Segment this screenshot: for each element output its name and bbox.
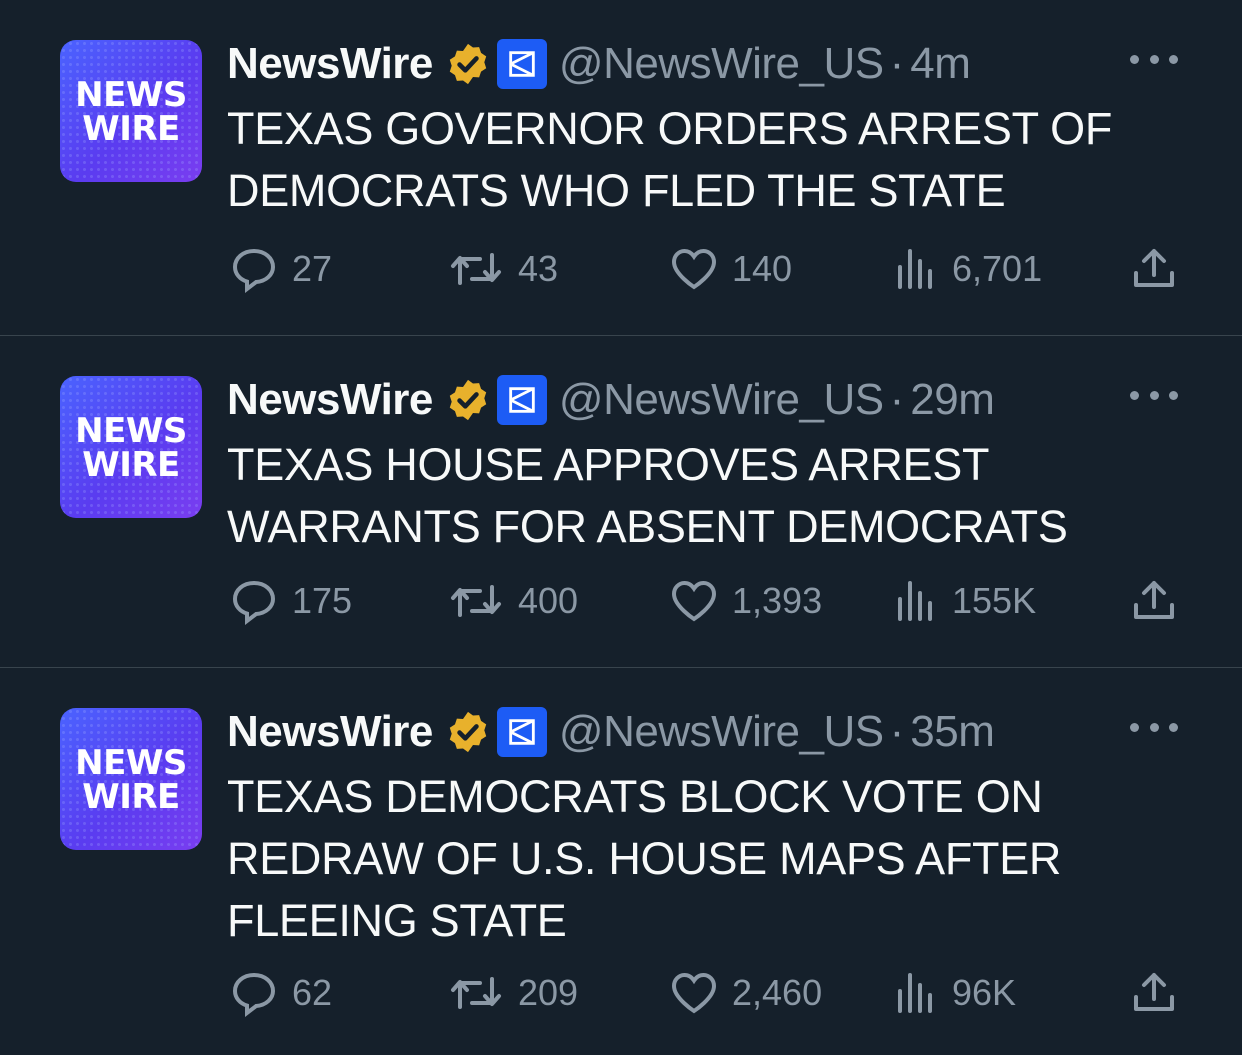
like-count: 140 [732,248,793,289]
verified-badge-icon [449,711,487,753]
tweet[interactable]: NEWS WIRE NewsWire @NewsWire_US · 35m TE… [0,668,1242,1055]
tweet-actions: 62 209 2,460 96K [0,969,1242,1019]
retweet-button[interactable]: 400 [446,577,578,625]
avatar[interactable]: NEWS WIRE [60,40,202,182]
views-chart-icon [898,249,932,289]
reply-icon [232,248,276,293]
views-count: 6,701 [952,248,1043,289]
handle[interactable]: @NewsWire_US [559,375,884,425]
retweet-count: 209 [518,972,579,1013]
avatar-logo: NEWS WIRE [60,746,202,814]
share-button[interactable] [1130,577,1178,625]
timestamp[interactable]: 4m [910,39,971,89]
verified-badge-icon [449,43,487,85]
avatar-logo-line: WIRE [82,777,180,817]
tweet[interactable]: NEWS WIRE NewsWire @NewsWire_US · 29m TE… [0,336,1242,668]
like-count: 2,460 [732,972,823,1013]
separator-dot: · [889,707,905,756]
tweet-text: TEXAS DEMOCRATS BLOCK VOTE ON REDRAW OF … [227,771,1062,946]
avatar-logo-line: NEWS [75,411,187,451]
retweet-count: 400 [518,580,579,621]
timestamp[interactable]: 35m [910,707,995,757]
share-button[interactable] [1130,969,1178,1017]
affiliate-badge-icon[interactable] [496,375,547,425]
tweet-header: NewsWire @NewsWire_US · 4m [227,38,971,90]
share-button[interactable] [1130,245,1178,293]
more-options-icon[interactable] [1130,720,1178,734]
views-button[interactable]: 155K [892,577,1036,625]
views-chart-icon [898,581,932,621]
heart-icon [671,580,717,622]
avatar-logo-line: NEWS [75,743,187,783]
tweet-text: TEXAS HOUSE APPROVES ARREST WARRANTS FOR… [227,439,1068,552]
avatar-logo-line: WIRE [82,109,180,149]
tweet-actions: 175 400 1,393 155K [0,577,1242,627]
handle[interactable]: @NewsWire_US [559,39,884,89]
retweet-icon [451,977,501,1009]
reply-button[interactable]: 62 [228,969,332,1017]
like-button[interactable]: 1,393 [668,577,822,625]
like-count: 1,393 [732,580,823,621]
tweet-header: NewsWire @NewsWire_US · 35m [227,706,995,758]
tweet-text: TEXAS GOVERNOR ORDERS ARREST OF DEMOCRAT… [227,103,1113,216]
avatar-logo: NEWS WIRE [60,78,202,146]
like-button[interactable]: 2,460 [668,969,822,1017]
views-button[interactable]: 96K [892,969,1016,1017]
reply-button[interactable]: 175 [228,577,352,625]
share-icon [1134,581,1174,619]
tweet-actions: 27 43 140 6,701 [0,245,1242,295]
views-button[interactable]: 6,701 [892,245,1042,293]
views-count: 155K [952,580,1037,621]
heart-icon [671,248,717,290]
views-chart-icon [898,973,932,1013]
reply-button[interactable]: 27 [228,245,332,293]
handle[interactable]: @NewsWire_US [559,707,884,757]
display-name[interactable]: NewsWire [227,39,433,89]
more-options-icon[interactable] [1130,52,1178,66]
share-icon [1134,973,1174,1011]
tweet-header: NewsWire @NewsWire_US · 29m [227,374,995,426]
affiliate-badge-icon[interactable] [496,707,547,757]
avatar[interactable]: NEWS WIRE [60,708,202,850]
retweet-button[interactable]: 43 [446,245,558,293]
separator-dot: · [889,39,905,88]
affiliate-badge-icon[interactable] [496,39,547,89]
share-icon [1134,249,1174,287]
avatar-logo-line: WIRE [82,445,180,485]
avatar-logo: NEWS WIRE [60,414,202,482]
reply-count: 175 [292,580,353,621]
display-name[interactable]: NewsWire [227,707,433,757]
heart-icon [671,972,717,1014]
separator-dot: · [889,375,905,424]
views-count: 96K [952,972,1017,1013]
reply-icon [232,580,276,625]
more-options-icon[interactable] [1130,388,1178,402]
tweet[interactable]: NEWS WIRE NewsWire @NewsWire_US · 4m TEX… [0,0,1242,336]
retweet-count: 43 [518,248,559,289]
retweet-icon [451,585,501,617]
verified-badge-icon [449,379,487,421]
reply-count: 62 [292,972,333,1013]
like-button[interactable]: 140 [668,245,792,293]
avatar[interactable]: NEWS WIRE [60,376,202,518]
retweet-button[interactable]: 209 [446,969,578,1017]
reply-count: 27 [292,248,333,289]
timeline-feed: NEWS WIRE NewsWire @NewsWire_US · 4m TEX… [0,0,1242,1055]
reply-icon [232,972,276,1017]
retweet-icon [451,253,501,285]
timestamp[interactable]: 29m [910,375,995,425]
display-name[interactable]: NewsWire [227,375,433,425]
avatar-logo-line: NEWS [75,75,187,115]
